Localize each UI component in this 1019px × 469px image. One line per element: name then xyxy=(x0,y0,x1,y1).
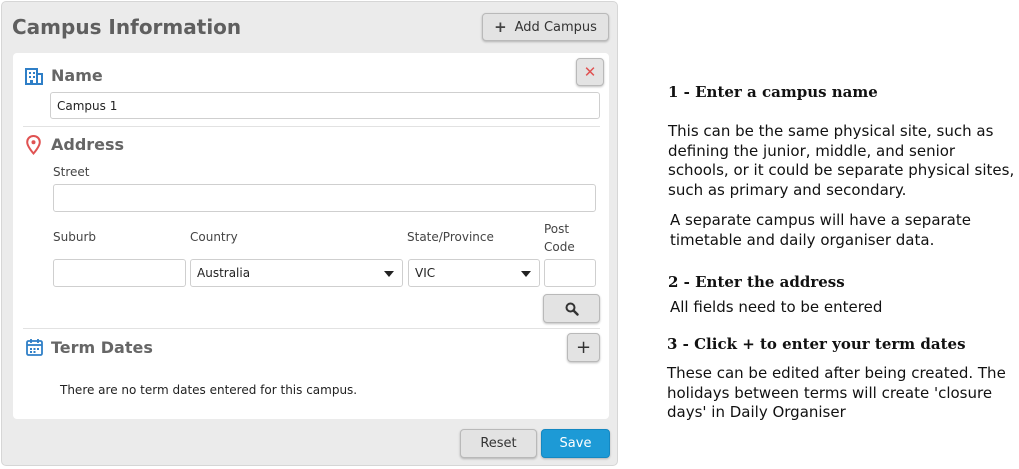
address-search-button[interactable] xyxy=(543,294,600,323)
country-select[interactable]: Australia xyxy=(190,259,403,287)
address-section-title: Address xyxy=(51,135,125,154)
country-value: Australia xyxy=(197,266,251,280)
add-campus-button[interactable]: + Add Campus xyxy=(482,13,609,41)
term-dates-empty-message: There are no term dates entered for this… xyxy=(60,383,358,397)
campus-card: Name ✕ Campus 1 Address Street Suburb Co… xyxy=(13,53,609,419)
chevron-down-icon xyxy=(384,271,394,277)
panel-title: Campus Information xyxy=(12,15,242,39)
location-pin-icon xyxy=(26,135,41,155)
step3-text: These can be edited after being created.… xyxy=(667,364,1006,421)
postcode-label: Post Code xyxy=(544,222,575,254)
close-icon: ✕ xyxy=(583,63,597,81)
building-icon xyxy=(25,68,43,85)
name-section-title: Name xyxy=(51,66,103,85)
plus-icon: + xyxy=(494,18,507,36)
campus-name-input[interactable]: Campus 1 xyxy=(50,92,600,119)
state-select[interactable]: VIC xyxy=(408,259,540,287)
street-label: Street xyxy=(53,165,90,179)
add-term-date-button[interactable]: + xyxy=(567,333,600,362)
country-label: Country xyxy=(190,230,238,244)
step2-text: All fields need to be entered xyxy=(670,298,883,316)
step1-title: 1 - Enter a campus name xyxy=(668,83,878,101)
reset-button[interactable]: Reset xyxy=(460,429,537,458)
divider xyxy=(23,126,600,127)
divider xyxy=(23,328,600,329)
remove-campus-button[interactable]: ✕ xyxy=(576,58,604,86)
state-value: VIC xyxy=(415,266,436,280)
step1-text-b: A separate campus will have a separate t… xyxy=(670,211,971,249)
suburb-input[interactable] xyxy=(53,259,186,287)
street-input[interactable] xyxy=(53,184,596,212)
save-button[interactable]: Save xyxy=(541,429,610,458)
postcode-input[interactable] xyxy=(544,259,596,287)
campus-information-panel: Campus Information + Add Campus Name ✕ C… xyxy=(1,1,618,466)
calendar-icon xyxy=(26,339,43,356)
step1-text-a: This can be the same physical site, such… xyxy=(668,122,1015,199)
suburb-label: Suburb xyxy=(53,230,96,244)
state-label: State/Province xyxy=(407,230,494,244)
search-icon xyxy=(565,302,579,316)
term-dates-section-title: Term Dates xyxy=(51,338,153,357)
chevron-down-icon xyxy=(521,271,531,277)
step3-title: 3 - Click + to enter your term dates xyxy=(667,335,966,353)
step2-title: 2 - Enter the address xyxy=(668,273,845,291)
add-campus-label: Add Campus xyxy=(514,19,597,35)
plus-icon: + xyxy=(575,337,592,358)
